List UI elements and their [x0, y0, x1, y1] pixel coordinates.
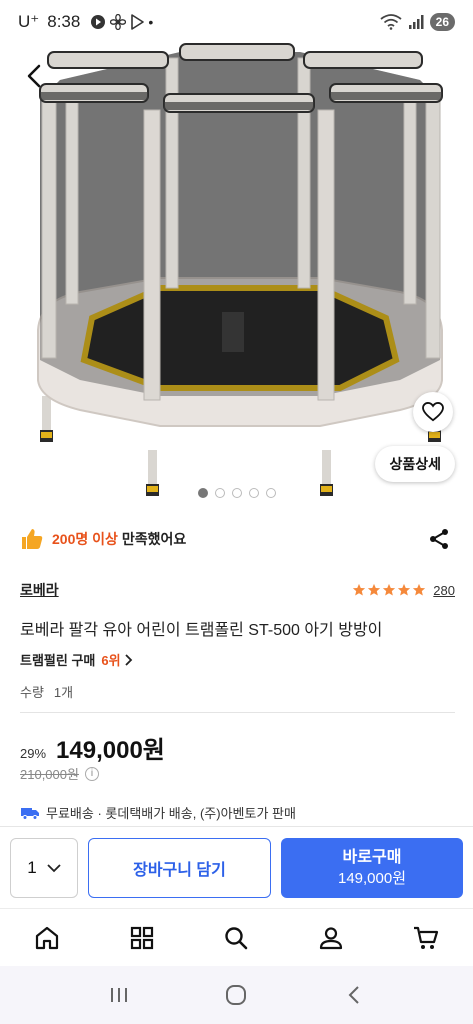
tab-my-page[interactable]: [307, 914, 355, 962]
carousel-indicator: [0, 488, 473, 498]
product-detail-button[interactable]: 상품상세: [375, 446, 455, 482]
search-icon: [225, 926, 248, 949]
heart-icon: [422, 402, 444, 422]
back-arrow-icon: [348, 986, 359, 1004]
home-circle-icon: [226, 985, 247, 1005]
recent-apps-icon: [110, 988, 127, 1002]
review-count-link[interactable]: 280: [433, 583, 455, 598]
star-icon: [368, 583, 381, 596]
rank-value: 6위: [101, 653, 121, 668]
chevron-left-icon: [27, 64, 41, 88]
star-icon: [353, 583, 366, 596]
discount-rate: 29%: [20, 746, 47, 761]
quantity-dropdown[interactable]: 1: [10, 837, 78, 898]
home-icon: [36, 926, 59, 949]
bottom-tab-bar: [0, 908, 473, 966]
satisfaction-text: 만족했어요: [121, 531, 187, 547]
carousel-dot[interactable]: [231, 488, 242, 498]
price-row: 29% 149,000원: [20, 730, 165, 765]
system-navigation-bar: [0, 966, 473, 1024]
carousel-dot[interactable]: [197, 488, 208, 498]
buy-now-label: 바로구매: [342, 848, 402, 866]
rating-stars[interactable]: 280: [352, 583, 455, 598]
satisfaction-banner: 200명 이상 만족했어요: [20, 524, 453, 554]
star-icon: [413, 583, 426, 596]
rank-label: 트램펄린 구매: [20, 653, 96, 668]
media-play-icon: [91, 15, 106, 29]
fan-icon: [110, 14, 127, 30]
signal-icon: [408, 15, 424, 29]
satisfaction-count: 200명 이상: [52, 531, 118, 547]
brand-link[interactable]: 로베라: [20, 580, 59, 600]
add-to-cart-button[interactable]: 장바구니 담기: [88, 837, 271, 898]
home-system-button[interactable]: [214, 975, 258, 1015]
person-icon: [319, 926, 343, 949]
delivery-truck-icon: [21, 807, 39, 820]
product-image-carousel[interactable]: 상품상세: [0, 0, 473, 510]
tab-search[interactable]: [212, 914, 260, 962]
carousel-dot[interactable]: [265, 488, 276, 498]
shipping-info: 무료배송 · 롯데택배가 배송, (주)아벤토가 판매: [20, 803, 296, 822]
tab-cart[interactable]: [402, 914, 450, 962]
back-button[interactable]: [16, 58, 52, 94]
carousel-dot[interactable]: [214, 488, 225, 498]
shipping-text: 무료배송 · 롯데택배가 배송, (주)아벤토가 판매: [46, 806, 296, 821]
notification-dot-icon: •: [148, 14, 154, 30]
divider: [20, 712, 455, 713]
quantity-label: 수량: [20, 684, 44, 700]
original-price: 210,000원: [20, 767, 79, 782]
purchase-bar: 1 장바구니 담기 바로구매 149,000원: [0, 826, 473, 908]
category-rank-link[interactable]: 트램펄린 구매 6위: [20, 650, 133, 669]
carousel-dot[interactable]: [248, 488, 259, 498]
buy-now-button[interactable]: 바로구매 149,000원: [281, 837, 463, 898]
tab-home[interactable]: [23, 914, 71, 962]
status-bar: U⁺ 8:38 • 26: [0, 0, 473, 44]
quantity-value: 1개: [53, 684, 74, 700]
share-button[interactable]: [425, 525, 453, 553]
play-store-icon: [131, 14, 145, 30]
star-icon: [398, 583, 411, 596]
category-icon: [130, 926, 153, 949]
star-icon: [383, 583, 396, 596]
tab-category[interactable]: [118, 914, 166, 962]
buy-now-price: 149,000원: [337, 869, 407, 887]
sale-price: 149,000원: [56, 737, 165, 764]
quantity-selected: 1: [27, 857, 37, 877]
quantity-info: 수량 1개: [20, 680, 73, 702]
wifi-icon: [380, 14, 402, 30]
original-price-row: 210,000원 i: [20, 764, 99, 783]
back-system-button[interactable]: [332, 975, 376, 1015]
product-title: 로베라 팔각 유아 어린이 트램폴린 ST-500 아기 방방이: [20, 622, 383, 639]
trampoline-product-image: [37, 43, 443, 496]
chevron-down-icon: [47, 863, 61, 872]
thumbs-up-icon: [22, 529, 43, 549]
share-icon: [430, 529, 448, 549]
wishlist-button[interactable]: [413, 392, 453, 432]
recent-apps-button[interactable]: [97, 975, 141, 1015]
info-icon[interactable]: i: [84, 766, 99, 781]
chevron-right-icon: [124, 653, 132, 666]
carrier-label: U⁺: [18, 12, 40, 31]
cart-icon: [413, 926, 438, 949]
brand-rating-row: 로베라 280: [20, 578, 455, 602]
clock: 8:38: [47, 12, 81, 31]
battery-indicator: 26: [429, 13, 455, 31]
